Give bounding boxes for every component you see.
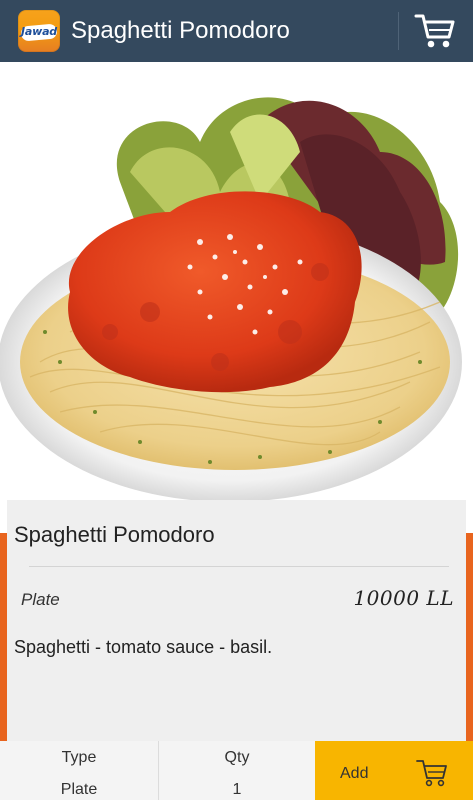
app-logo[interactable]: Jawad bbox=[18, 10, 60, 52]
appbar-divider bbox=[398, 12, 399, 50]
cart-icon bbox=[415, 757, 449, 789]
accent-stripe-right bbox=[466, 533, 473, 741]
product-name: Spaghetti Pomodoro bbox=[14, 522, 215, 547]
cart-icon[interactable] bbox=[413, 11, 457, 51]
logo-text: Jawad bbox=[21, 25, 57, 38]
quantity-selector[interactable]: Qty 1 bbox=[159, 741, 315, 800]
dish-image bbox=[0, 62, 473, 500]
type-selector[interactable]: Type Plate bbox=[0, 741, 158, 800]
qty-value: 1 bbox=[232, 781, 242, 798]
qty-label: Qty bbox=[224, 749, 250, 766]
page-title: Spaghetti Pomodoro bbox=[71, 17, 290, 44]
type-label: Type bbox=[61, 749, 97, 766]
app-bar: Jawad Spaghetti Pomodoro bbox=[0, 0, 473, 62]
card-divider bbox=[29, 566, 449, 567]
product-type: Plate bbox=[21, 590, 60, 609]
product-card: Spaghetti Pomodoro Plate 10000 LL Spaghe… bbox=[7, 500, 466, 741]
product-price: 10000 LL bbox=[353, 586, 454, 610]
accent-stripe-left bbox=[0, 533, 7, 741]
type-value: Plate bbox=[60, 781, 98, 798]
add-label: Add bbox=[340, 765, 369, 782]
add-to-cart-button[interactable]: Add bbox=[315, 741, 473, 800]
product-description: Spaghetti - tomato sauce - basil. bbox=[14, 637, 273, 657]
